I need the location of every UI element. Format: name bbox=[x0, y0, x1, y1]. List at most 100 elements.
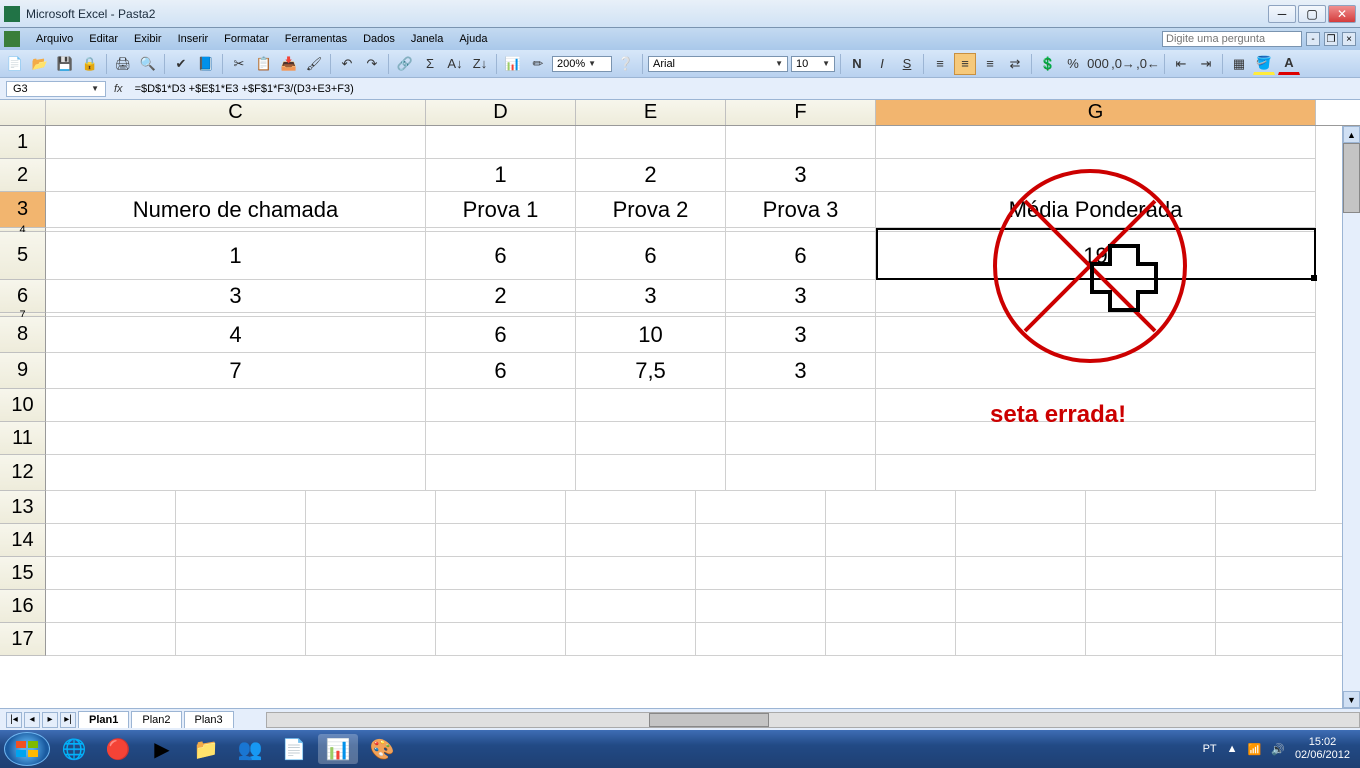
taskbar-media-icon[interactable]: ▶ bbox=[142, 734, 182, 764]
close-button[interactable]: ✕ bbox=[1328, 5, 1356, 23]
col-header-f[interactable]: F bbox=[726, 100, 876, 125]
open-icon[interactable]: 📂 bbox=[29, 53, 51, 75]
cell[interactable]: 3 bbox=[46, 280, 426, 313]
sheet-tab-plan1[interactable]: Plan1 bbox=[78, 711, 129, 728]
cell[interactable]: Numero de chamada bbox=[46, 192, 426, 228]
spreadsheet-grid[interactable]: C D E F G 1 2123 3Numero de chamadaProva… bbox=[0, 100, 1360, 708]
vertical-scrollbar[interactable]: ▲ ▼ bbox=[1342, 126, 1360, 708]
taskbar-excel-icon[interactable]: 📊 bbox=[318, 734, 358, 764]
cell[interactable]: 1 bbox=[426, 159, 576, 192]
fontsize-select[interactable]: 10▼ bbox=[791, 56, 835, 72]
permission-icon[interactable]: 🔒 bbox=[79, 53, 101, 75]
row-header[interactable]: 5 bbox=[0, 232, 46, 280]
print-icon[interactable]: 🖨 bbox=[112, 53, 134, 75]
menu-inserir[interactable]: Inserir bbox=[170, 31, 217, 47]
borders-icon[interactable]: ▦ bbox=[1228, 53, 1250, 75]
horizontal-scrollbar[interactable] bbox=[266, 712, 1360, 728]
row-header[interactable]: 2 bbox=[0, 159, 46, 192]
menu-exibir[interactable]: Exibir bbox=[126, 31, 170, 47]
drawing-icon[interactable]: ✏ bbox=[527, 53, 549, 75]
print-preview-icon[interactable]: 🔍 bbox=[137, 53, 159, 75]
cell[interactable]: 6 bbox=[576, 232, 726, 280]
cell[interactable]: 19 bbox=[876, 232, 1316, 280]
tray-lang[interactable]: PT bbox=[1203, 743, 1217, 755]
fill-color-icon[interactable]: 🪣 bbox=[1253, 53, 1275, 75]
autosum-icon[interactable]: Σ bbox=[419, 53, 441, 75]
percent-icon[interactable]: % bbox=[1062, 53, 1084, 75]
row-header[interactable]: 1 bbox=[0, 126, 46, 159]
name-box[interactable]: G3▼ bbox=[6, 81, 106, 97]
taskbar-explorer-icon[interactable]: 📁 bbox=[186, 734, 226, 764]
cell[interactable]: Média Ponderada bbox=[876, 192, 1316, 228]
increase-indent-icon[interactable]: ⇥ bbox=[1195, 53, 1217, 75]
col-header-c[interactable]: C bbox=[46, 100, 426, 125]
row-header[interactable]: 12 bbox=[0, 455, 46, 491]
help-icon[interactable]: ❔ bbox=[615, 53, 637, 75]
scroll-thumb[interactable] bbox=[1343, 143, 1360, 213]
menu-dados[interactable]: Dados bbox=[355, 31, 403, 47]
tray-flag-icon[interactable]: ▲ bbox=[1227, 743, 1238, 755]
thousands-icon[interactable]: 000 bbox=[1087, 53, 1109, 75]
tray-clock[interactable]: 15:02 02/06/2012 bbox=[1295, 736, 1350, 762]
minimize-button[interactable]: ─ bbox=[1268, 5, 1296, 23]
menu-ferramentas[interactable]: Ferramentas bbox=[277, 31, 355, 47]
research-icon[interactable]: 📘 bbox=[195, 53, 217, 75]
cell[interactable]: 2 bbox=[576, 159, 726, 192]
decrease-indent-icon[interactable]: ⇤ bbox=[1170, 53, 1192, 75]
start-button[interactable] bbox=[4, 732, 50, 766]
col-header-e[interactable]: E bbox=[576, 100, 726, 125]
sheet-tab-plan2[interactable]: Plan2 bbox=[131, 711, 181, 728]
row-header[interactable]: 11 bbox=[0, 422, 46, 455]
cell[interactable]: 6 bbox=[426, 353, 576, 389]
row-header[interactable]: 17 bbox=[0, 623, 46, 656]
menu-janela[interactable]: Janela bbox=[403, 31, 451, 47]
currency-icon[interactable]: 💲 bbox=[1037, 53, 1059, 75]
tab-nav-first-icon[interactable]: |◂ bbox=[6, 712, 22, 728]
cell[interactable]: 4 bbox=[46, 317, 426, 353]
tab-nav-next-icon[interactable]: ▸ bbox=[42, 712, 58, 728]
format-painter-icon[interactable]: 🖌 bbox=[303, 53, 325, 75]
row-header[interactable]: 14 bbox=[0, 524, 46, 557]
taskbar-chrome-icon[interactable]: 🔴 bbox=[98, 734, 138, 764]
maximize-button[interactable]: ▢ bbox=[1298, 5, 1326, 23]
scroll-down-icon[interactable]: ▼ bbox=[1343, 691, 1360, 708]
col-header-g[interactable]: G bbox=[876, 100, 1316, 125]
align-left-icon[interactable]: ≡ bbox=[929, 53, 951, 75]
row-header[interactable]: 13 bbox=[0, 491, 46, 524]
doc-restore-button[interactable]: ❐ bbox=[1324, 32, 1338, 46]
cell[interactable]: 3 bbox=[726, 159, 876, 192]
sheet-tab-plan3[interactable]: Plan3 bbox=[184, 711, 234, 728]
cell[interactable]: 10 bbox=[576, 317, 726, 353]
cut-icon[interactable]: ✂ bbox=[228, 53, 250, 75]
row-header[interactable]: 15 bbox=[0, 557, 46, 590]
taskbar-messenger-icon[interactable]: 👥 bbox=[230, 734, 270, 764]
ask-input[interactable] bbox=[1162, 31, 1302, 47]
taskbar-paint-icon[interactable]: 🎨 bbox=[362, 734, 402, 764]
paste-icon[interactable]: 📥 bbox=[278, 53, 300, 75]
cell[interactable]: 3 bbox=[726, 317, 876, 353]
hyperlink-icon[interactable]: 🔗 bbox=[394, 53, 416, 75]
cell[interactable]: Prova 1 bbox=[426, 192, 576, 228]
taskbar-ie-icon[interactable]: 🌐 bbox=[54, 734, 94, 764]
row-header[interactable]: 9 bbox=[0, 353, 46, 389]
redo-icon[interactable]: ↷ bbox=[361, 53, 383, 75]
cell[interactable]: 3 bbox=[576, 280, 726, 313]
chart-wizard-icon[interactable]: 📊 bbox=[502, 53, 524, 75]
cell[interactable]: 7,5 bbox=[576, 353, 726, 389]
cell[interactable]: Prova 3 bbox=[726, 192, 876, 228]
doc-close-button[interactable]: × bbox=[1342, 32, 1356, 46]
doc-minimize-button[interactable]: - bbox=[1306, 32, 1320, 46]
font-color-icon[interactable]: A bbox=[1278, 53, 1300, 75]
cell[interactable]: 7 bbox=[46, 353, 426, 389]
row-header[interactable]: 8 bbox=[0, 317, 46, 353]
cell[interactable]: 6 bbox=[426, 232, 576, 280]
cell[interactable]: 1 bbox=[46, 232, 426, 280]
new-file-icon[interactable]: 📄 bbox=[4, 53, 26, 75]
tray-volume-icon[interactable]: 🔊 bbox=[1271, 743, 1285, 756]
save-icon[interactable]: 💾 bbox=[54, 53, 76, 75]
hscroll-thumb[interactable] bbox=[649, 713, 769, 727]
cell[interactable]: 2 bbox=[426, 280, 576, 313]
increase-decimal-icon[interactable]: ,0→ bbox=[1112, 53, 1134, 75]
select-all-corner[interactable] bbox=[0, 100, 46, 125]
tray-network-icon[interactable]: 📶 bbox=[1248, 743, 1262, 756]
